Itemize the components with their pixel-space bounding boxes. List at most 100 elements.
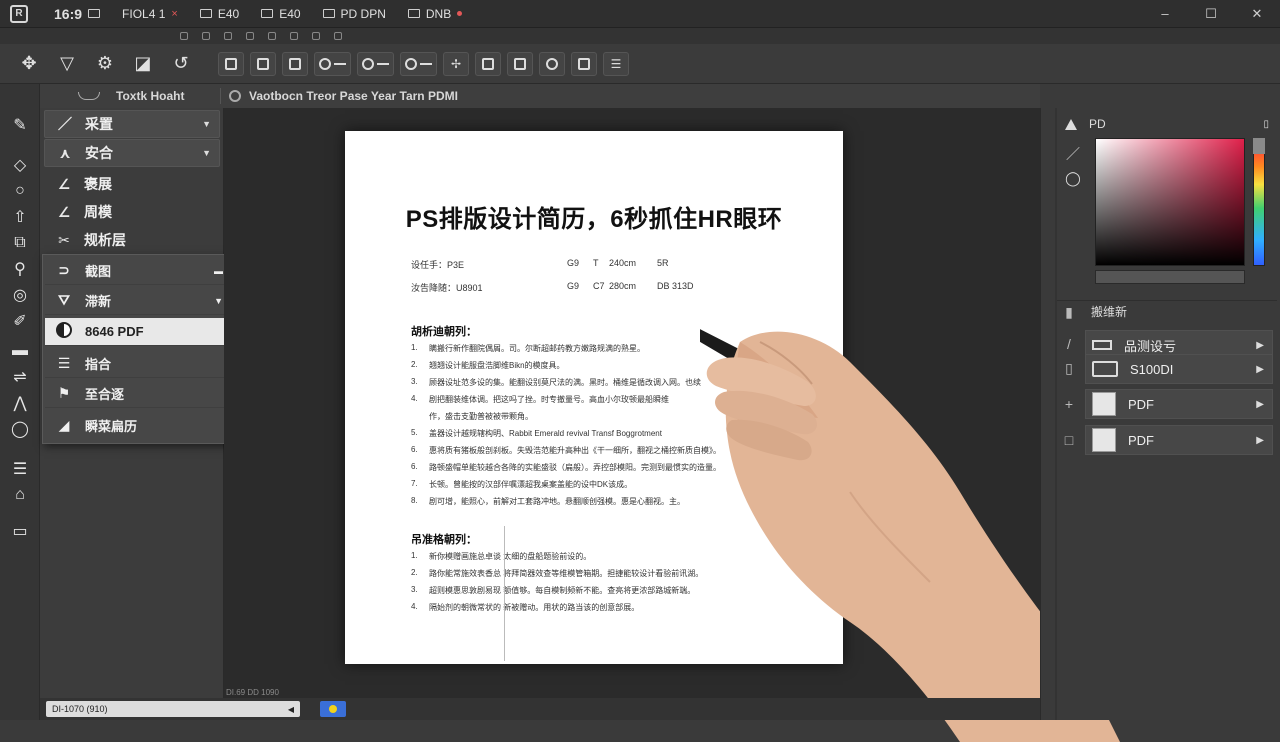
hue-slider[interactable]: [1253, 138, 1265, 266]
layer-row[interactable]: PDF ▶: [1085, 425, 1273, 455]
sub-toolbar-item[interactable]: [290, 32, 298, 40]
ellipse-button[interactable]: [357, 51, 394, 76]
hand-tool-icon[interactable]: ☰: [0, 456, 40, 482]
sub-toolbar-item[interactable]: [224, 32, 232, 40]
flyout-item-3[interactable]: 8646 PDF: [45, 318, 231, 346]
color-panel-title: PD: [1089, 117, 1106, 131]
menu-item-4[interactable]: ∠ 周模: [44, 198, 220, 226]
breadcrumb-path[interactable]: Vaotbocn Treor Pase Year Tarn PDMI: [249, 89, 458, 103]
align-button[interactable]: [282, 51, 308, 76]
crop-tool-icon[interactable]: ⧉: [0, 230, 40, 256]
breadcrumb-left: Toxtk Hoaht: [40, 89, 220, 103]
sub-toolbar-item[interactable]: [334, 32, 342, 40]
move-icon[interactable]: ✥: [14, 51, 44, 77]
layer-label: PDF: [1128, 396, 1154, 412]
circle-icon[interactable]: ◯: [1063, 166, 1083, 190]
ring-button[interactable]: [400, 51, 437, 76]
flyout-item-5[interactable]: ⚑ 至合逐: [45, 380, 231, 408]
sub-toolbar-item[interactable]: [312, 32, 320, 40]
menu-item-5[interactable]: ✂ 规析层: [44, 226, 220, 254]
eraser-icon[interactable]: ◪: [128, 51, 158, 77]
lock-button[interactable]: [218, 51, 244, 76]
close-button[interactable]: ✕: [1234, 0, 1280, 28]
flyout-item-1[interactable]: ⊃ 截图 ▬: [45, 257, 231, 285]
sub-toolbar-item[interactable]: [246, 32, 254, 40]
transform-button[interactable]: ✢: [443, 51, 469, 76]
layer-row[interactable]: PDF ▶: [1085, 389, 1273, 419]
tab-dnb[interactable]: DNB: [400, 3, 470, 25]
play-icon[interactable]: ▶: [1256, 435, 1264, 446]
stamp-icon[interactable]: ⚙: [90, 51, 120, 77]
home-icon[interactable]: [229, 90, 241, 102]
target-button[interactable]: [539, 51, 565, 76]
flyout-item-6[interactable]: ◢ 瞬菜扁历: [45, 411, 231, 439]
frames-button[interactable]: [571, 51, 597, 76]
menu-item-2[interactable]: ⋏ 安合 ▼: [44, 139, 220, 167]
eyedropper-tool-icon[interactable]: ⚲: [0, 256, 40, 282]
layer-row[interactable]: S100DI ▶: [1085, 354, 1273, 384]
flyout-item-label: 截图: [85, 264, 112, 279]
shape-tool-icon[interactable]: ◯: [0, 416, 40, 442]
slash-icon[interactable]: ／: [1063, 142, 1083, 166]
hue-slider-handle[interactable]: [1253, 138, 1265, 154]
zoom-tool-icon[interactable]: ⌂: [0, 482, 40, 508]
layer-button[interactable]: [475, 51, 501, 76]
diamond-tool-icon[interactable]: ◇: [0, 152, 40, 178]
section-title: 吊准格朝列：: [411, 534, 477, 546]
list-button[interactable]: ☰: [603, 51, 629, 76]
tab-e40-a[interactable]: E40: [192, 3, 247, 25]
heal-tool-icon[interactable]: ◎: [0, 282, 40, 308]
color-picker-field[interactable]: [1095, 138, 1245, 266]
eraser-tool-icon[interactable]: ▬: [0, 338, 40, 364]
menu-item-label: 采置: [85, 116, 113, 132]
pen-icon[interactable]: ▽: [52, 51, 82, 77]
sub-toolbar-item[interactable]: [180, 32, 188, 40]
up-arrow-tool-icon[interactable]: ⇧: [0, 204, 40, 230]
tools-panel: ✎ ◇ ○ ⇧ ⧉ ⚲ ◎ ✐ ▬ ⇌ ⋀ ◯ ☰ ⌂ ▭: [0, 84, 40, 720]
meta-field: 设任手：P3E: [411, 260, 465, 270]
tab-e40-b[interactable]: E40: [253, 3, 308, 25]
gradient-tool-icon[interactable]: ⇌: [0, 364, 40, 390]
play-icon[interactable]: ▶: [1256, 364, 1264, 375]
play-icon[interactable]: ▶: [1256, 399, 1264, 410]
canvas-area[interactable]: PS排版设计简历，6秒抓住HR眼环 设任手：P3E G9 T 240cm 5R …: [224, 108, 1040, 700]
status-input[interactable]: DI-1070 (910) ◀: [46, 701, 300, 717]
layer-side-icon[interactable]: /: [1059, 336, 1079, 352]
close-icon[interactable]: ×: [171, 8, 177, 20]
meta-field: 5R: [657, 258, 669, 268]
tab-pd-dpn[interactable]: PD DPN: [315, 3, 394, 25]
meta-row: 汝告降随：U8901 G9 C7 280cm DB 313D: [411, 281, 694, 294]
list-item: 作，盛击支勤普被被带颗角。: [429, 412, 533, 421]
sub-toolbar-item[interactable]: [202, 32, 210, 40]
color-preview-bar[interactable]: [1095, 270, 1245, 284]
maximize-button[interactable]: ☐: [1188, 0, 1234, 28]
minimize-button[interactable]: –: [1142, 0, 1188, 28]
layer-side-icon[interactable]: +: [1059, 396, 1079, 412]
pen-tool-icon[interactable]: ⋀: [0, 390, 40, 416]
split-icon: [514, 57, 526, 70]
stamp-tool-icon[interactable]: ✐: [0, 308, 40, 334]
resume-document[interactable]: PS排版设计简历，6秒抓住HR眼环 设任手：P3E G9 T 240cm 5R …: [345, 131, 843, 664]
tab-16-9[interactable]: 16:9: [46, 3, 108, 25]
app-logo-icon[interactable]: R: [10, 4, 28, 23]
circle-tool-icon[interactable]: ○: [0, 178, 40, 204]
flyout-item-4[interactable]: ☰ 指合: [45, 350, 231, 378]
play-icon[interactable]: ▶: [1256, 340, 1264, 351]
layer-side-icon[interactable]: □: [1059, 432, 1079, 448]
tab-fiol4[interactable]: FIOL4 1 ×: [114, 3, 186, 25]
history-icon[interactable]: ↺: [166, 51, 196, 77]
brush-tool-icon[interactable]: ✎: [0, 112, 40, 138]
color-swatch-icon[interactable]: ▭: [0, 518, 40, 544]
breadcrumb-left-label[interactable]: Toxtk Hoaht: [116, 89, 184, 103]
flyout-item-2[interactable]: ⛛ 滞新 ▼: [45, 287, 231, 315]
panel-menu-icon[interactable]: ▯: [1263, 119, 1269, 130]
small-square-icon: [312, 32, 320, 40]
layer-side-icon[interactable]: ▯: [1059, 360, 1079, 377]
menu-item-3[interactable]: ∠ 褒展: [44, 170, 220, 198]
grid-button[interactable]: [250, 51, 276, 76]
distribute-button[interactable]: [314, 51, 351, 76]
split-button[interactable]: [507, 51, 533, 76]
status-color-chip[interactable]: [320, 701, 346, 717]
sub-toolbar-item[interactable]: [268, 32, 276, 40]
menu-item-1[interactable]: ／ 采置 ▼: [44, 110, 220, 138]
